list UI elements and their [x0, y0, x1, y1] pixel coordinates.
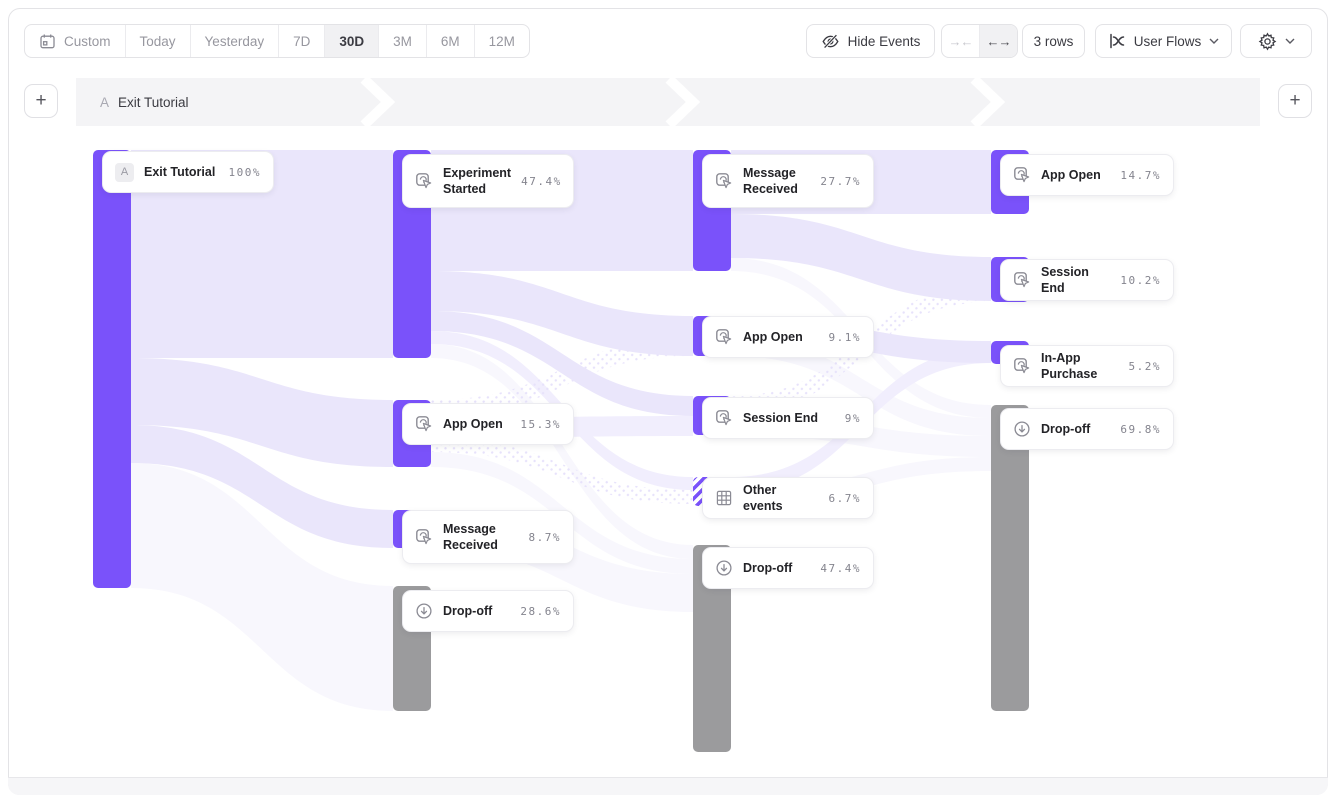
event-cursor-icon: [1013, 271, 1031, 289]
flow-node-percent: 5.2%: [1129, 360, 1162, 373]
flow-node-label: Session End: [1041, 264, 1110, 297]
flow-node-card-message-received-2[interactable]: Message Received 8.7%: [403, 511, 573, 563]
flow-node-percent: 47.4%: [521, 175, 562, 188]
flow-link-message-received-3-to-session-end-4[interactable]: [731, 214, 991, 301]
flow-node-label: Drop-off: [743, 560, 792, 576]
flow-node-label: Experiment Started: [443, 165, 511, 198]
flow-node-bar-drop-off-4[interactable]: [991, 405, 1029, 711]
flow-node-label: Drop-off: [443, 603, 492, 619]
flow-node-label: Other events: [743, 482, 819, 515]
event-cursor-icon: [715, 328, 733, 346]
drop-off-icon: [415, 602, 433, 620]
flow-ribbons-layer: [0, 0, 1336, 797]
flow-node-card-drop-off-4[interactable]: Drop-off 69.8%: [1001, 409, 1173, 449]
flow-node-label: Drop-off: [1041, 421, 1090, 437]
flow-node-card-app-open-3[interactable]: App Open 9.1%: [703, 317, 873, 357]
flow-node-card-session-end-4[interactable]: Session End 10.2%: [1001, 260, 1173, 300]
flow-node-percent: 47.4%: [820, 562, 861, 575]
flow-node-percent: 100%: [229, 166, 262, 179]
event-letter-badge: A: [115, 163, 134, 182]
flow-node-percent: 27.7%: [820, 175, 861, 188]
flow-node-card-exit-tutorial[interactable]: A Exit Tutorial 100%: [103, 152, 273, 192]
user-flows-page: CustomTodayYesterday7D30D3M6M12M Hide Ev…: [0, 0, 1336, 797]
flow-node-percent: 10.2%: [1120, 274, 1161, 287]
flow-node-label: Exit Tutorial: [144, 164, 215, 180]
event-cursor-icon: [1013, 166, 1031, 184]
flow-node-label: App Open: [1041, 167, 1101, 183]
drop-off-icon: [715, 559, 733, 577]
event-cursor-icon: [415, 415, 433, 433]
flow-node-percent: 9%: [845, 412, 861, 425]
flow-node-percent: 15.3%: [520, 418, 561, 431]
flow-node-card-experiment-started[interactable]: Experiment Started 47.4%: [403, 155, 573, 207]
flow-node-card-app-open-4[interactable]: App Open 14.7%: [1001, 155, 1173, 195]
flow-node-card-drop-off-3[interactable]: Drop-off 47.4%: [703, 548, 873, 588]
flow-node-card-session-end-3[interactable]: Session End 9%: [703, 398, 873, 438]
flow-node-card-message-received-3[interactable]: Message Received 27.7%: [703, 155, 873, 207]
flow-node-label: Message Received: [443, 521, 519, 554]
event-cursor-icon: [415, 528, 433, 546]
flow-node-percent: 69.8%: [1120, 423, 1161, 436]
flow-node-percent: 9.1%: [829, 331, 862, 344]
flow-node-percent: 14.7%: [1120, 169, 1161, 182]
flow-node-card-drop-off-2[interactable]: Drop-off 28.6%: [403, 591, 573, 631]
flow-node-bar-exit-tutorial[interactable]: [93, 150, 131, 588]
event-cursor-icon: [715, 409, 733, 427]
flow-node-card-app-open-2[interactable]: App Open 15.3%: [403, 404, 573, 444]
flow-node-label: App Open: [743, 329, 803, 345]
event-cursor-icon: [715, 172, 733, 190]
flow-node-label: In-App Purchase: [1041, 350, 1119, 383]
flow-node-percent: 6.7%: [829, 492, 862, 505]
event-cursor-icon: [1013, 357, 1031, 375]
flow-node-label: Message Received: [743, 165, 810, 198]
flow-node-card-other-events-3[interactable]: Other events 6.7%: [703, 478, 873, 518]
flow-node-card-in-app-purchase-4[interactable]: In-App Purchase 5.2%: [1001, 346, 1173, 386]
other-events-grid-icon: [715, 489, 733, 507]
flow-node-percent: 28.6%: [520, 605, 561, 618]
flow-node-label: Session End: [743, 410, 818, 426]
event-cursor-icon: [415, 172, 433, 190]
drop-off-icon: [1013, 420, 1031, 438]
flow-node-label: App Open: [443, 416, 503, 432]
flow-node-percent: 8.7%: [529, 531, 562, 544]
